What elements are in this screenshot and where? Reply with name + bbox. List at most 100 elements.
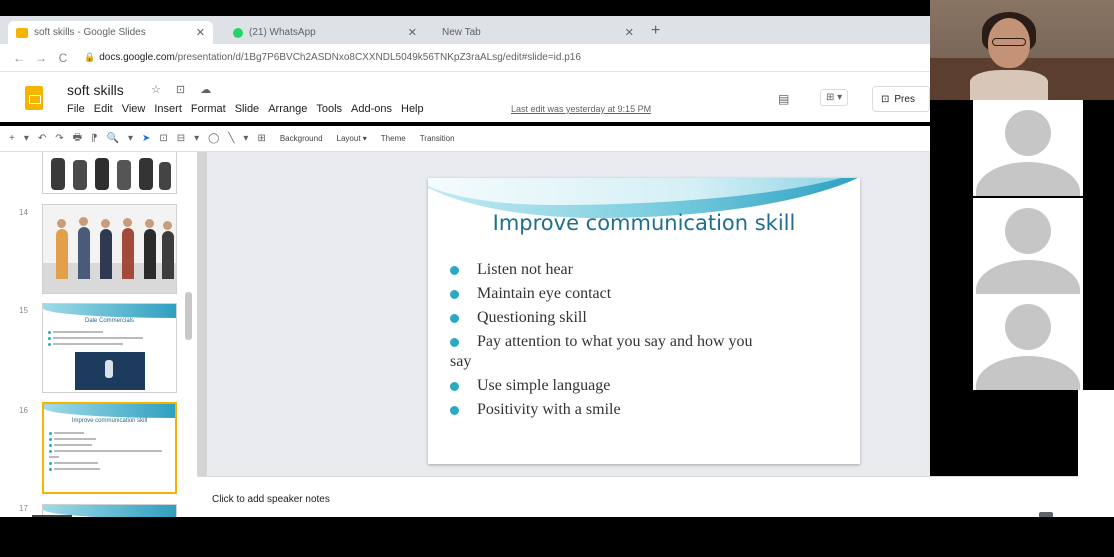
bullet-item: Maintain eye contact bbox=[450, 284, 850, 304]
menu-slide[interactable]: Slide bbox=[235, 103, 259, 115]
thumb-wave bbox=[43, 304, 176, 318]
zoom-dropdown-icon[interactable]: ▾ bbox=[128, 133, 133, 144]
bullet-item: Positivity with a smile bbox=[450, 400, 850, 420]
menu-help[interactable]: Help bbox=[401, 103, 424, 115]
url-field[interactable]: docs.google.com/presentation/d/1Bg7P6BVC… bbox=[99, 52, 581, 63]
bullet-item: Listen not hear bbox=[450, 260, 850, 280]
layout-button[interactable]: Layout ▾ bbox=[337, 134, 367, 143]
close-tab-icon[interactable]: ✕ bbox=[196, 26, 205, 39]
menu-arrange[interactable]: Arrange bbox=[268, 103, 307, 115]
screen: soft skills - Google Slides ✕ (21) Whats… bbox=[0, 0, 1114, 557]
filmstrip-scrollbar[interactable] bbox=[185, 292, 192, 340]
bullet-text-continuation: say bbox=[450, 353, 472, 370]
slide-number: 16 bbox=[19, 406, 28, 415]
avatar-body-icon bbox=[976, 356, 1080, 390]
present-icon: ⊡ bbox=[881, 93, 890, 105]
bullet-item: Use simple language bbox=[450, 376, 850, 396]
undo-icon[interactable]: ↶ bbox=[38, 133, 46, 144]
image-dropdown-icon[interactable]: ▾ bbox=[194, 133, 199, 144]
document-title[interactable]: soft skills bbox=[67, 82, 124, 98]
tab-google-slides[interactable]: soft skills - Google Slides ✕ bbox=[8, 21, 213, 44]
slides-favicon-icon bbox=[16, 27, 28, 38]
bullet-text: Pay attention to what you say and how yo… bbox=[477, 333, 753, 350]
menu-tools[interactable]: Tools bbox=[316, 103, 342, 115]
background-button[interactable]: Background bbox=[280, 134, 323, 143]
bullet-list[interactable]: Listen not hear Maintain eye contact Que… bbox=[450, 260, 850, 424]
zoom-icon[interactable]: 🔍 bbox=[106, 133, 118, 144]
line-dropdown-icon[interactable]: ▾ bbox=[243, 133, 248, 144]
thumb-title: Dale Commercials bbox=[84, 318, 134, 324]
speaker-notes[interactable]: Click to add speaker notes bbox=[197, 476, 1114, 517]
menu-addons[interactable]: Add-ons bbox=[351, 103, 392, 115]
tab-title: New Tab bbox=[442, 27, 481, 38]
editing-toolbar: + ▾ ↶ ↷ 🖶 ⁋ 🔍 ▾ ➤ ⊡ ⊟ ▾ ◯ ╲ ▾ ⊞ Backgrou… bbox=[0, 126, 930, 152]
shape-icon[interactable]: ◯ bbox=[208, 133, 219, 144]
back-icon[interactable]: ← bbox=[12, 51, 26, 65]
people-image bbox=[47, 156, 173, 190]
slide-filmstrip: 14 15 Dale Commercials 16 Improve commun… bbox=[0, 152, 197, 517]
lock-icon[interactable]: 🔒 bbox=[84, 52, 95, 63]
redo-icon[interactable]: ↷ bbox=[55, 133, 63, 144]
new-tab-button[interactable]: + bbox=[651, 22, 660, 40]
line-icon[interactable]: ╲ bbox=[228, 133, 234, 144]
reload-icon[interactable]: C bbox=[56, 51, 70, 65]
slide-thumbnail-15[interactable]: Dale Commercials bbox=[42, 303, 177, 393]
tab-title: soft skills - Google Slides bbox=[34, 27, 146, 38]
image-icon[interactable]: ⊟ bbox=[177, 133, 185, 144]
avatar-body-icon bbox=[976, 260, 1080, 294]
thumb-image bbox=[75, 352, 145, 390]
menu-edit[interactable]: Edit bbox=[94, 103, 113, 115]
avatar-placeholder-icon bbox=[1005, 304, 1051, 350]
tab-whatsapp[interactable]: (21) WhatsApp ✕ bbox=[225, 21, 425, 44]
comment-icon[interactable]: ⊞ bbox=[257, 133, 265, 144]
comments-icon[interactable]: ▤ bbox=[778, 92, 789, 106]
print-icon[interactable]: 🖶 bbox=[73, 130, 82, 147]
presenter-body bbox=[970, 70, 1048, 100]
avatar-placeholder-icon bbox=[1005, 208, 1051, 254]
present-options-button[interactable]: ⊞ ▾ bbox=[820, 89, 849, 106]
slide-number: 17 bbox=[19, 504, 28, 513]
bottom-black-bar bbox=[0, 517, 1114, 557]
slide-thumbnail-16-selected[interactable]: Improve communication skill bbox=[42, 402, 177, 494]
avatar-body-icon bbox=[976, 162, 1080, 196]
slide-thumbnail-14[interactable] bbox=[42, 204, 177, 294]
tab-new-tab[interactable]: New Tab ✕ bbox=[432, 21, 642, 44]
menu-view[interactable]: View bbox=[122, 103, 146, 115]
new-slide-icon[interactable]: + bbox=[9, 133, 15, 144]
new-slide-dropdown-icon[interactable]: ▾ bbox=[24, 133, 29, 144]
forward-icon[interactable]: → bbox=[34, 51, 48, 65]
menu-file[interactable]: File bbox=[67, 103, 85, 115]
current-slide[interactable]: Improve communication skill Listen not h… bbox=[428, 178, 860, 464]
menu-insert[interactable]: Insert bbox=[154, 103, 182, 115]
close-tab-icon[interactable]: ✕ bbox=[408, 26, 417, 39]
bullet-item-wrapped: Pay attention to what you say and how yo… bbox=[450, 332, 850, 372]
participant-tile-3[interactable] bbox=[973, 294, 1083, 390]
participant-tile-2[interactable] bbox=[973, 198, 1083, 294]
presenter-glasses bbox=[992, 38, 1026, 46]
text-box-icon[interactable]: ⊡ bbox=[159, 133, 167, 144]
slide-number: 14 bbox=[19, 208, 28, 217]
candidates-image bbox=[43, 205, 176, 293]
paint-format-icon[interactable]: ⁋ bbox=[91, 133, 97, 144]
slide-number: 15 bbox=[19, 306, 28, 315]
close-tab-icon[interactable]: ✕ bbox=[625, 26, 634, 39]
tab-title: (21) WhatsApp bbox=[249, 27, 316, 38]
thumb-title: Improve communication skill bbox=[71, 418, 148, 424]
participant-tile-1[interactable] bbox=[973, 100, 1083, 196]
theme-button[interactable]: Theme bbox=[381, 134, 406, 143]
thumb-wave bbox=[44, 404, 175, 418]
last-edit-link[interactable]: Last edit was yesterday at 9:15 PM bbox=[511, 104, 651, 114]
transition-button[interactable]: Transition bbox=[420, 134, 455, 143]
avatar-placeholder-icon bbox=[1005, 110, 1051, 156]
present-button[interactable]: ⊡ Pres bbox=[872, 86, 930, 112]
title-action-icons[interactable]: ☆ ⊡ ☁ bbox=[151, 83, 217, 96]
whatsapp-favicon-icon bbox=[233, 27, 243, 38]
menu-bar: File Edit View Insert Format Slide Arran… bbox=[67, 103, 424, 115]
select-cursor-icon[interactable]: ➤ bbox=[142, 133, 150, 144]
bullet-item: Questioning skill bbox=[450, 308, 850, 328]
menu-format[interactable]: Format bbox=[191, 103, 226, 115]
slide-thumbnail-13[interactable] bbox=[42, 152, 177, 194]
slide-title[interactable]: Improve communication skill bbox=[428, 211, 860, 235]
speaker-notes-placeholder[interactable]: Click to add speaker notes bbox=[212, 494, 330, 505]
slides-logo-icon[interactable] bbox=[25, 86, 43, 110]
